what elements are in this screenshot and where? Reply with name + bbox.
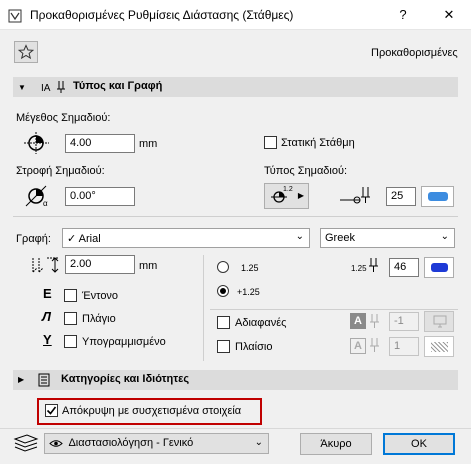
- opaque-checkbox[interactable]: [217, 316, 230, 329]
- marker-size-input[interactable]: 4.00: [65, 134, 135, 153]
- title-bar: Προκαθορισμένες Ρυθμίσεις Διάστασης (Στά…: [0, 0, 471, 30]
- collapse-arrow-icon: ▼: [18, 83, 26, 92]
- frame-a-icon: A: [350, 338, 366, 354]
- text-pen-color-swatch: [431, 263, 448, 272]
- font-check-icon: ✓: [67, 233, 77, 245]
- layer-dropdown[interactable]: Διαστασιολόγηση - Γενικό ⌄: [44, 433, 269, 454]
- monitor-icon: [433, 315, 447, 328]
- frame-pen-icon: [370, 338, 379, 352]
- frame-checkbox[interactable]: [217, 340, 230, 353]
- hatch-pattern-icon: [431, 342, 448, 352]
- bold-checkbox[interactable]: [64, 289, 77, 302]
- font-value: Arial: [78, 233, 101, 245]
- text-size-icon: [32, 257, 59, 273]
- chevron-down-icon: ⌄: [295, 231, 304, 242]
- marker-pen-color-button[interactable]: [421, 186, 454, 207]
- frame-pen-input[interactable]: 1: [389, 337, 419, 356]
- vertical-divider: [203, 255, 204, 361]
- fill-pen-input[interactable]: -1: [389, 312, 419, 331]
- properties-icon: [38, 373, 50, 387]
- italic-label: Πλάγιο: [82, 313, 116, 325]
- pen-marker-icon: [340, 187, 370, 204]
- text-size-input[interactable]: 2.00: [65, 255, 135, 274]
- marker-rotation-icon: α: [25, 185, 48, 208]
- script-value: Greek: [325, 232, 355, 244]
- marker-type-arrow-icon: ▶: [297, 191, 304, 200]
- close-button[interactable]: ✕: [434, 4, 464, 26]
- chevron-down-icon: ⌄: [440, 231, 449, 242]
- pen-color-swatch: [428, 192, 448, 201]
- layers-icon: [13, 434, 39, 452]
- help-button[interactable]: ?: [388, 4, 418, 26]
- svg-text:IA: IA: [41, 83, 51, 94]
- frame-label: Πλαίσιο: [235, 341, 273, 353]
- cancel-button[interactable]: Άκυρο: [300, 433, 372, 455]
- marker-size-label: Μέγεθος Σημαδιού:: [16, 112, 111, 124]
- text-pen-color-button[interactable]: [424, 257, 454, 278]
- marker-type-selector[interactable]: 1.2 ▶: [264, 183, 309, 209]
- fill-pen-icon: [370, 314, 379, 328]
- marker-size-unit: mm: [139, 138, 158, 150]
- bold-label: Έντονο: [82, 290, 119, 302]
- chevron-down-icon: ⌄: [254, 437, 263, 448]
- font-label: Γραφή:: [16, 233, 51, 245]
- dimension-app-icon: [8, 9, 22, 23]
- underline-label: Υπογραμμισμένο: [82, 336, 166, 348]
- type-text-section-header[interactable]: ▼ IA Τύπος και Γραφή: [13, 77, 458, 97]
- eye-icon: [49, 439, 63, 447]
- marker-preview-text: 1.2: [283, 186, 293, 193]
- marker-pen-input[interactable]: 25: [386, 187, 416, 206]
- favorites-button[interactable]: [14, 41, 38, 63]
- window-title: Προκαθορισμένες Ρυθμίσεις Διάστασης (Στά…: [30, 8, 294, 22]
- text-size-unit: mm: [139, 260, 158, 272]
- layer-value: Διαστασιολόγηση - Γενικό: [68, 437, 194, 449]
- type-text-section-title: Τύπος και Γραφή: [73, 80, 163, 92]
- format-radio-1[interactable]: [217, 261, 229, 273]
- expand-arrow-icon: ▶: [18, 375, 25, 384]
- hide-linked-label: Απόκρυψη με συσχετισμένα στοιχεία: [62, 405, 242, 417]
- italic-checkbox[interactable]: [64, 312, 77, 325]
- bold-icon: E: [43, 286, 52, 301]
- script-dropdown[interactable]: Greek ⌄: [320, 228, 455, 248]
- fill-a-icon: A: [350, 313, 366, 329]
- fill-pattern-button[interactable]: [424, 311, 454, 332]
- star-icon: [17, 44, 35, 60]
- format-radio-2-label: +1.25: [237, 287, 260, 297]
- text-pen-icon: [369, 258, 378, 272]
- marker-rotation-input[interactable]: 0.00°: [65, 187, 135, 206]
- frame-pattern-button[interactable]: [424, 336, 454, 357]
- marker-size-icon: [24, 132, 49, 154]
- format-radio-2[interactable]: [217, 285, 229, 297]
- format-radio-1-label: 1.25: [241, 263, 259, 273]
- text-pen-input[interactable]: 46: [389, 258, 419, 277]
- footer-divider: [0, 428, 471, 429]
- underline-icon: Y: [43, 332, 52, 347]
- marker-type-label: Τύπος Σημαδιού:: [264, 165, 348, 177]
- italic-icon: Л: [42, 309, 51, 324]
- opaque-label: Αδιαφανές: [235, 317, 287, 329]
- font-dropdown[interactable]: ✓ Arial ⌄: [62, 228, 310, 248]
- dimension-type-icon: IA: [41, 81, 65, 94]
- marker-rotation-label: Στροφή Σημαδιού:: [16, 165, 105, 177]
- text-pen-sample: 1.25: [351, 264, 367, 273]
- ok-button[interactable]: OK: [383, 433, 455, 455]
- static-level-checkbox[interactable]: [264, 136, 277, 149]
- divider: [210, 309, 458, 310]
- categories-section-title: Κατηγορίες και Ιδιότητες: [61, 373, 190, 385]
- preset-label: Προκαθορισμένες: [371, 47, 458, 59]
- checkmark-icon: [46, 406, 57, 415]
- divider: [13, 216, 458, 217]
- static-level-label: Στατική Στάθμη: [281, 137, 355, 149]
- categories-section-header[interactable]: ▶ Κατηγορίες και Ιδιότητες: [13, 370, 458, 390]
- svg-text:α: α: [43, 199, 48, 208]
- underline-checkbox[interactable]: [64, 335, 77, 348]
- hide-linked-checkbox[interactable]: [45, 404, 58, 417]
